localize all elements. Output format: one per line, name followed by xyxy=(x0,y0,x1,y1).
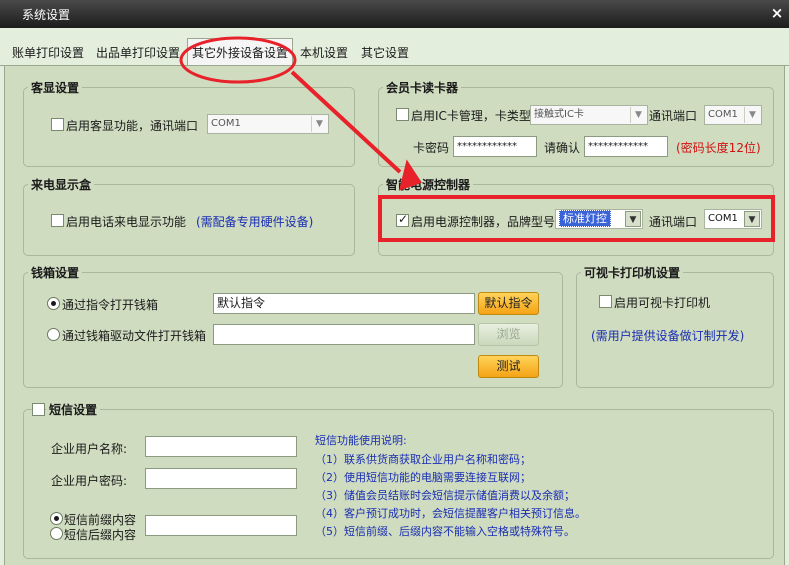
caller-id-checkbox[interactable] xyxy=(51,214,64,227)
visible-card-printer-checkbox[interactable] xyxy=(599,295,612,308)
settings-panel: 客显设置 启用客显功能，通讯端口 COM1 ▼ 会员卡读卡器 启用IC卡管理，卡… xyxy=(4,66,785,565)
card-password-input[interactable]: ************ xyxy=(453,136,537,157)
sms-help-title: 短信功能使用说明: xyxy=(315,434,407,447)
chevron-down-icon: ▼ xyxy=(311,116,327,132)
window-title: 系统设置 xyxy=(22,8,71,22)
cash-drawer-driver-input[interactable] xyxy=(213,324,475,345)
visible-card-printer-title: 可视卡打印机设置 xyxy=(581,264,684,281)
default-command-button[interactable]: 默认指令 xyxy=(478,292,539,315)
sms-help-line: （1）联系供货商获取企业用户名称和密码； xyxy=(315,453,531,466)
cash-drawer-driver-label: 通过钱箱驱动文件打开钱箱 xyxy=(62,329,207,343)
customer-display-port-select[interactable]: COM1 ▼ xyxy=(207,114,329,134)
cash-drawer-driver-radio[interactable] xyxy=(47,328,60,341)
visible-card-printer-note: (需用户提供设备做订制开发) xyxy=(591,329,745,343)
caller-id-note: (需配备专用硬件设备) xyxy=(196,215,314,229)
sms-password-input[interactable] xyxy=(145,468,297,489)
customer-display-label: 启用客显功能，通讯端口 xyxy=(66,119,199,133)
card-password-label: 卡密码 xyxy=(413,141,450,155)
customer-display-title: 客显设置 xyxy=(28,79,83,96)
sms-group: 短信设置 企业用户名称: 企业用户密码: 短信前缀内容 短信后缀内容 短信功能使… xyxy=(23,401,774,559)
member-card-group: 会员卡读卡器 启用IC卡管理，卡类型 接触式IC卡 ▼ 通讯端口 COM1 ▼ … xyxy=(378,79,774,167)
visible-card-printer-group: 可视卡打印机设置 启用可视卡打印机 (需用户提供设备做订制开发) xyxy=(576,264,774,388)
card-confirm-label: 请确认 xyxy=(544,141,581,155)
cash-drawer-command-input[interactable]: 默认指令 xyxy=(213,293,475,314)
sms-suffix-radio[interactable] xyxy=(50,527,63,540)
password-length-note: (密码长度12位) xyxy=(676,141,761,155)
card-confirm-input[interactable]: ************ xyxy=(584,136,668,157)
visible-card-printer-label: 启用可视卡打印机 xyxy=(614,296,711,310)
member-card-port-select[interactable]: COM1 ▼ xyxy=(704,105,762,125)
customer-display-checkbox[interactable] xyxy=(51,118,64,131)
tab-bar: 账单打印设置 出品单打印设置 其它外接设备设置 本机设置 其它设置 xyxy=(0,28,789,66)
sms-help-line: （4）客户预订成功时，会短信提醒客户相关预订信息。 xyxy=(315,507,586,520)
tab-order-print[interactable]: 出品单打印设置 xyxy=(92,42,184,66)
title-bar xyxy=(0,0,789,28)
caller-id-label: 启用电话来电显示功能 xyxy=(66,215,187,229)
card-type-select[interactable]: 接触式IC卡 ▼ xyxy=(530,105,648,125)
member-card-title: 会员卡读卡器 xyxy=(383,79,462,96)
chevron-down-icon: ▼ xyxy=(744,107,760,123)
highlight-box xyxy=(378,195,775,242)
power-controller-title: 智能电源控制器 xyxy=(383,176,474,193)
caller-id-group: 来电显示盒 启用电话来电显示功能 (需配备专用硬件设备) xyxy=(23,176,355,256)
sms-checkbox[interactable] xyxy=(32,403,45,416)
tab-other[interactable]: 其它设置 xyxy=(357,42,413,66)
member-card-port-label: 通讯端口 xyxy=(649,109,698,123)
close-icon[interactable]: × xyxy=(768,4,786,22)
chevron-down-icon: ▼ xyxy=(630,107,646,123)
cash-drawer-command-label: 通过指令打开钱箱 xyxy=(62,298,159,312)
cash-drawer-title: 钱箱设置 xyxy=(28,264,83,281)
cash-drawer-group: 钱箱设置 通过指令打开钱箱 默认指令 默认指令 通过钱箱驱动文件打开钱箱 浏览 … xyxy=(23,264,563,388)
sms-password-label: 企业用户密码: xyxy=(51,474,128,488)
sms-affix-input[interactable] xyxy=(145,515,297,536)
caller-id-title: 来电显示盒 xyxy=(28,176,95,193)
sms-help-line: （2）使用短信功能的电脑需要连接互联网； xyxy=(315,471,531,484)
sms-prefix-radio[interactable] xyxy=(50,512,63,525)
cash-drawer-command-radio[interactable] xyxy=(47,297,60,310)
member-card-checkbox[interactable] xyxy=(396,108,409,121)
member-card-label: 启用IC卡管理，卡类型 xyxy=(411,109,531,123)
sms-help-line: （5）短信前缀、后缀内容不能输入空格或特殊符号。 xyxy=(315,525,575,538)
customer-display-group: 客显设置 启用客显功能，通讯端口 COM1 ▼ xyxy=(23,79,355,167)
test-button[interactable]: 测试 xyxy=(478,355,539,378)
tab-external-devices[interactable]: 其它外接设备设置 xyxy=(187,38,294,66)
sms-username-input[interactable] xyxy=(145,436,297,457)
sms-username-label: 企业用户名称: xyxy=(51,442,128,456)
sms-suffix-label: 短信后缀内容 xyxy=(64,528,137,542)
sms-title: 短信设置 xyxy=(46,401,101,418)
browse-button[interactable]: 浏览 xyxy=(478,323,539,346)
sms-help-line: （3）储值会员结账时会短信提示储值消费以及余额； xyxy=(315,489,575,502)
tab-bill-print[interactable]: 账单打印设置 xyxy=(8,42,88,66)
tab-local[interactable]: 本机设置 xyxy=(296,42,352,66)
